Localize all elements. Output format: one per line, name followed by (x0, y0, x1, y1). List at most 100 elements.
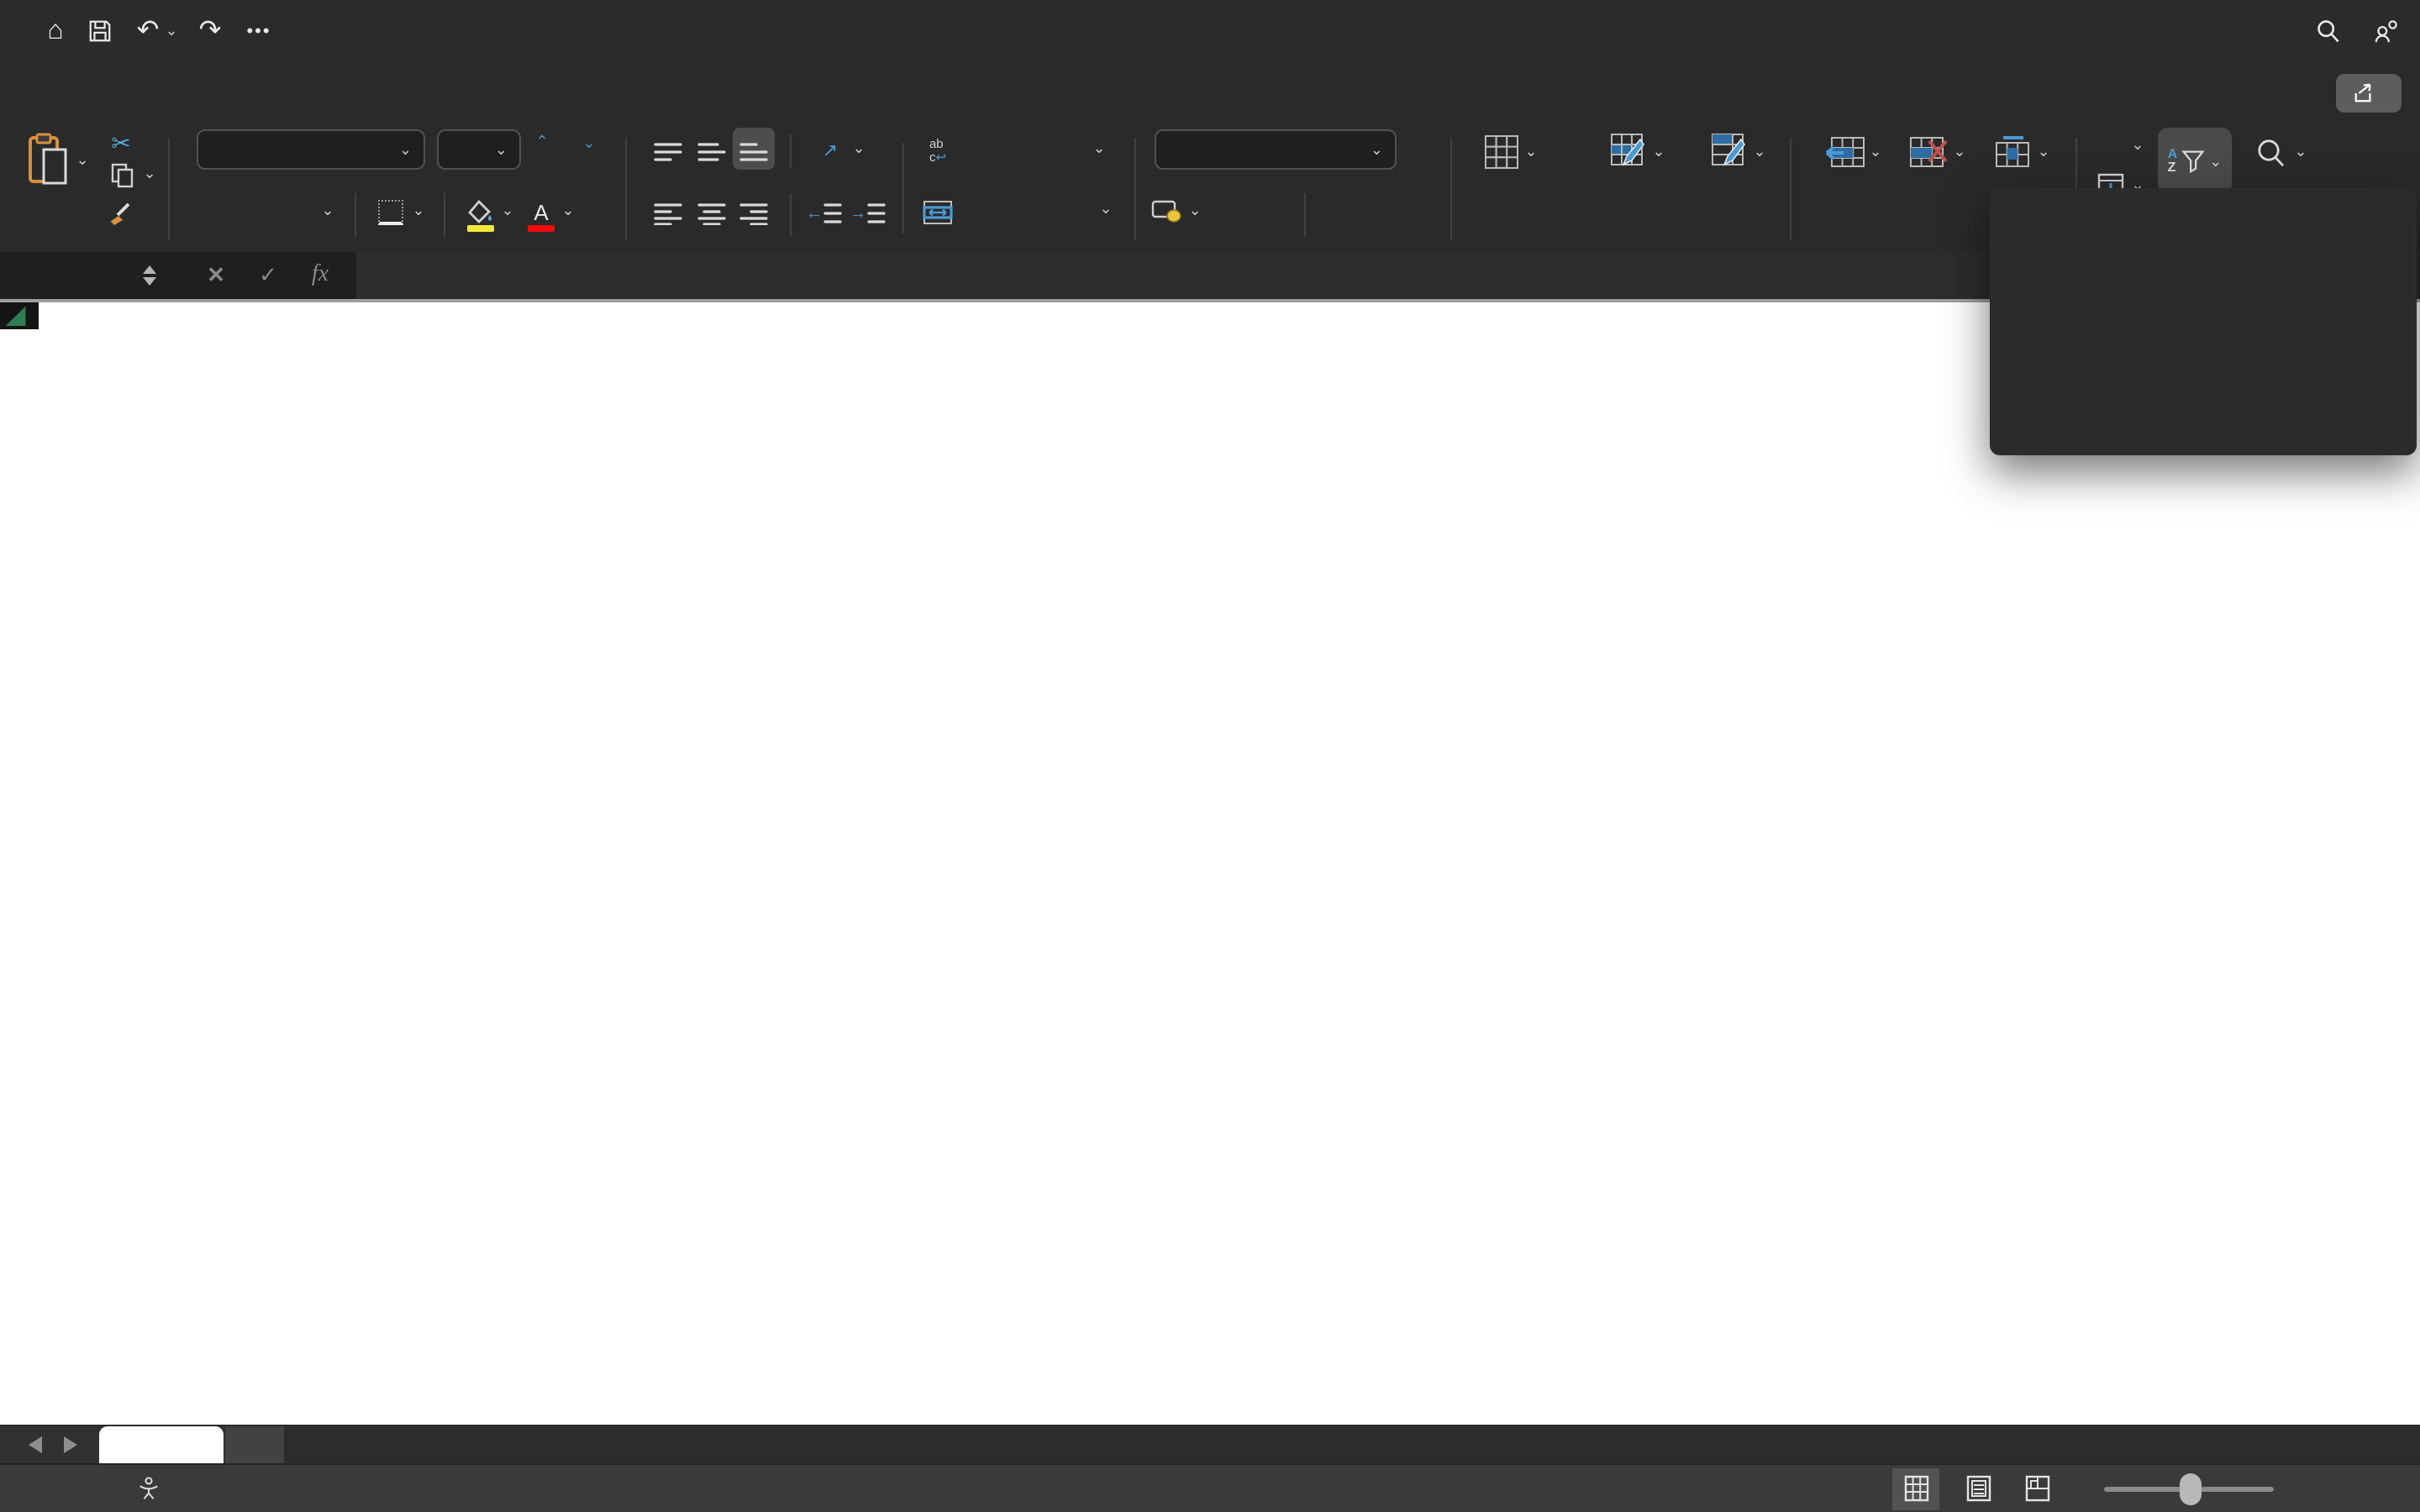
currency-chevron-icon[interactable]: ⌄ (1186, 203, 1203, 218)
font-color-chevron-icon[interactable]: ⌄ (560, 203, 576, 218)
wrap-text-chevron-icon[interactable]: ⌄ (1091, 141, 1107, 156)
small-divider (444, 193, 445, 237)
sort-filter-chevron-icon: ⌄ (2209, 154, 2222, 169)
accessibility-icon[interactable] (138, 1464, 160, 1512)
small-divider (355, 193, 356, 237)
insert-cells-chevron-icon[interactable]: ⌄ (1867, 144, 1884, 160)
orientation-chevron-icon[interactable]: ⌄ (850, 141, 867, 156)
presence-people-icon[interactable] (2370, 0, 2403, 62)
small-divider (1304, 193, 1306, 237)
fill-color-button[interactable] (464, 193, 497, 230)
spinner-down-icon (143, 277, 156, 286)
increase-indent-icon[interactable]: → (849, 200, 886, 227)
autosum-chevron-icon[interactable]: ⌄ (2129, 138, 2146, 153)
align-middle-icon[interactable] (696, 138, 726, 165)
find-select-icon[interactable] (2252, 134, 2289, 171)
excel-window: ⌂ ↶ ⌄ ↷ ••• ⌄ (0, 0, 2420, 1512)
group-divider (1134, 138, 1136, 240)
page-layout-view-icon[interactable] (1966, 1464, 1991, 1512)
copy-chevron-icon[interactable]: ⌄ (141, 166, 158, 181)
comma-style-button[interactable] (1259, 188, 1286, 218)
align-bottom-icon[interactable] (738, 138, 768, 165)
paste-chevron-icon[interactable]: ⌄ (74, 153, 91, 168)
group-divider (1450, 138, 1452, 240)
cell-styles-label[interactable] (1686, 190, 1773, 211)
align-left-icon[interactable] (652, 200, 682, 227)
font-size-select[interactable]: ⌄ (437, 129, 521, 170)
underline-button[interactable] (284, 195, 314, 228)
insert-cells-icon[interactable] (1825, 134, 1865, 168)
fill-color-chevron-icon[interactable]: ⌄ (499, 203, 516, 218)
currency-format-icon[interactable] (1150, 197, 1183, 223)
cancel-entry-icon[interactable]: ✕ (190, 252, 242, 299)
cell-styles-icon[interactable] (1711, 133, 1748, 170)
format-cells-chevron-icon[interactable]: ⌄ (2035, 144, 2052, 160)
small-divider (902, 143, 904, 234)
font-name-select[interactable]: ⌄ (197, 129, 425, 170)
align-top-icon[interactable] (652, 138, 682, 165)
font-color-button[interactable]: A (524, 193, 558, 230)
format-as-table-chevron-icon[interactable]: ⌄ (1650, 144, 1667, 160)
decrease-decimal-button[interactable] (1324, 197, 1361, 227)
sheet-nav-left-icon[interactable] (29, 1436, 42, 1452)
find-select-chevron-icon[interactable]: ⌄ (2292, 144, 2309, 160)
confirm-entry-icon[interactable]: ✓ (242, 252, 294, 299)
borders-button[interactable] (376, 198, 405, 227)
select-all-corner[interactable] (0, 302, 39, 330)
search-titlebar-icon[interactable] (2312, 0, 2343, 62)
zoom-slider-thumb[interactable] (2180, 1473, 2202, 1504)
decrease-indent-icon[interactable]: ← (805, 200, 842, 227)
bold-button[interactable] (200, 195, 230, 228)
format-as-table-label[interactable] (1563, 190, 1697, 211)
sheet-tab-bar (0, 1425, 2420, 1462)
status-bar (0, 1462, 2420, 1512)
orientation-button[interactable]: ↗ (810, 133, 850, 166)
autosum-icon[interactable] (2096, 129, 2126, 160)
cut-icon[interactable]: ✂ (106, 128, 136, 158)
normal-view-icon[interactable] (1904, 1464, 1929, 1512)
insert-function-icon[interactable]: fx (294, 252, 346, 299)
delete-cells-icon[interactable] (1909, 134, 1949, 168)
format-as-table-icon[interactable] (1610, 133, 1647, 170)
align-right-icon[interactable] (738, 200, 768, 227)
format-cells-icon[interactable] (1993, 134, 2033, 168)
sheet-tab-strip (284, 1425, 2420, 1462)
cell-styles-chevron-icon[interactable]: ⌄ (1751, 144, 1768, 160)
sort-filter-button[interactable]: AZ ⌄ (2158, 128, 2232, 195)
increase-font-size-button[interactable]: ⌃ (521, 133, 561, 166)
paste-button[interactable] (24, 131, 74, 188)
delete-cells-chevron-icon[interactable]: ⌄ (1951, 144, 1968, 160)
conditional-formatting-icon[interactable] (1482, 133, 1519, 170)
merge-center-icon[interactable] (921, 197, 955, 227)
fill-color-swatch (467, 225, 494, 232)
small-divider (790, 134, 792, 168)
group-divider (625, 138, 627, 240)
format-painter-icon[interactable] (106, 200, 136, 230)
sheet-nav-right-icon[interactable] (64, 1436, 77, 1452)
name-box[interactable] (0, 252, 133, 299)
title-bar: ⌂ ↶ ⌄ ↷ ••• (0, 0, 2420, 62)
add-sheet-button[interactable] (225, 1425, 284, 1462)
underline-chevron-icon[interactable]: ⌄ (319, 203, 336, 218)
sort-filter-az-glyph: AZ (2168, 148, 2178, 175)
paste-clipboard-icon (27, 133, 71, 186)
wrap-text-icon[interactable]: abc↩ (921, 136, 955, 166)
sort-filter-menu (1990, 188, 2417, 455)
share-icon (2353, 82, 2375, 104)
page-break-view-icon[interactable] (2025, 1464, 2050, 1512)
group-divider (168, 138, 170, 240)
share-button[interactable] (2336, 74, 2402, 113)
copy-icon[interactable] (109, 161, 136, 188)
increase-decimal-button[interactable] (1370, 197, 1407, 227)
decrease-font-size-button[interactable]: ⌄ (568, 133, 608, 166)
conditional-formatting-chevron-icon[interactable]: ⌄ (1523, 144, 1539, 160)
sheet-tab-foglio1[interactable] (99, 1425, 224, 1462)
spreadsheet-grid (0, 302, 2420, 1425)
italic-button[interactable] (242, 195, 272, 228)
borders-chevron-icon[interactable]: ⌄ (410, 203, 427, 218)
align-center-icon[interactable] (696, 200, 726, 227)
name-box-spinner[interactable] (133, 252, 166, 299)
number-format-select[interactable]: ⌄ (1155, 129, 1397, 170)
percent-style-button[interactable] (1215, 195, 1245, 225)
merge-center-chevron-icon[interactable]: ⌄ (1097, 202, 1114, 217)
